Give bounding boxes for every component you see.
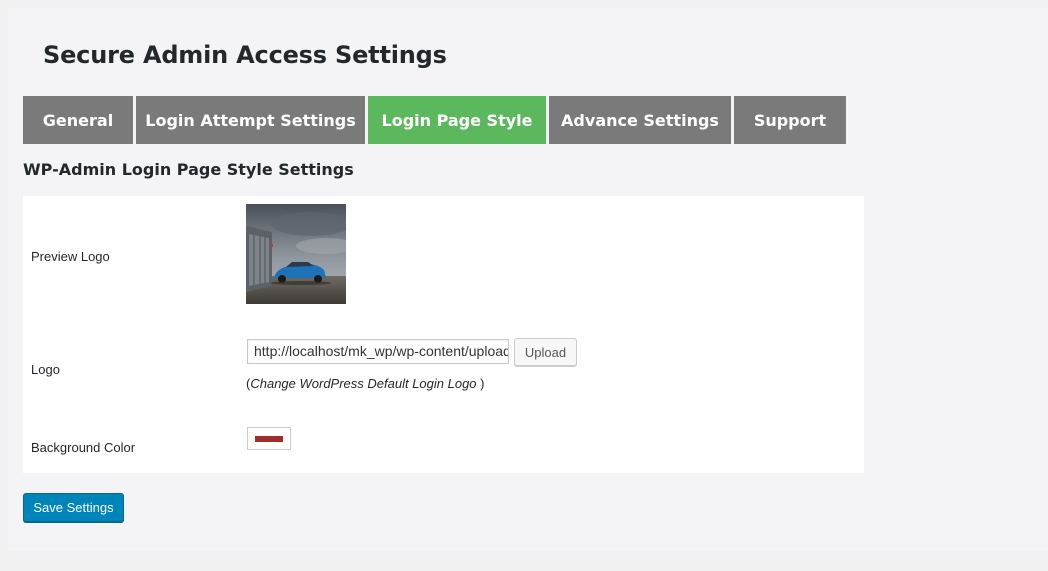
background-color-label: Background Color — [31, 440, 136, 455]
settings-panel: Secure Admin Access Settings General Log… — [8, 8, 1048, 551]
tab-login-attempt-settings[interactable]: Login Attempt Settings — [136, 96, 365, 144]
background-color-picker[interactable] — [247, 427, 291, 450]
tab-login-page-style[interactable]: Login Page Style — [368, 96, 546, 144]
background-color-chip — [255, 435, 283, 442]
section-title: WP-Admin Login Page Style Settings — [23, 160, 354, 179]
logo-preview-image — [246, 204, 346, 304]
upload-button[interactable]: Upload — [514, 338, 577, 366]
settings-form: Preview Logo Logo http://localhost/mk_wp… — [23, 196, 864, 473]
tab-advance-settings[interactable]: Advance Settings — [549, 96, 731, 144]
hint-close-paren: ) — [476, 376, 485, 391]
preview-logo-label: Preview Logo — [31, 249, 110, 264]
tab-support[interactable]: Support — [734, 96, 846, 144]
page-title: Secure Admin Access Settings — [43, 41, 447, 69]
logo-url-input[interactable]: http://localhost/mk_wp/wp-content/upload… — [247, 339, 509, 364]
logo-hint: (Change WordPress Default Login Logo ) — [246, 376, 485, 391]
tab-general[interactable]: General — [23, 96, 133, 144]
settings-tabs: General Login Attempt Settings Login Pag… — [23, 96, 846, 144]
save-settings-button[interactable]: Save Settings — [23, 493, 124, 522]
hint-text: Change WordPress Default Login Logo — [250, 376, 477, 391]
logo-label: Logo — [31, 362, 60, 377]
